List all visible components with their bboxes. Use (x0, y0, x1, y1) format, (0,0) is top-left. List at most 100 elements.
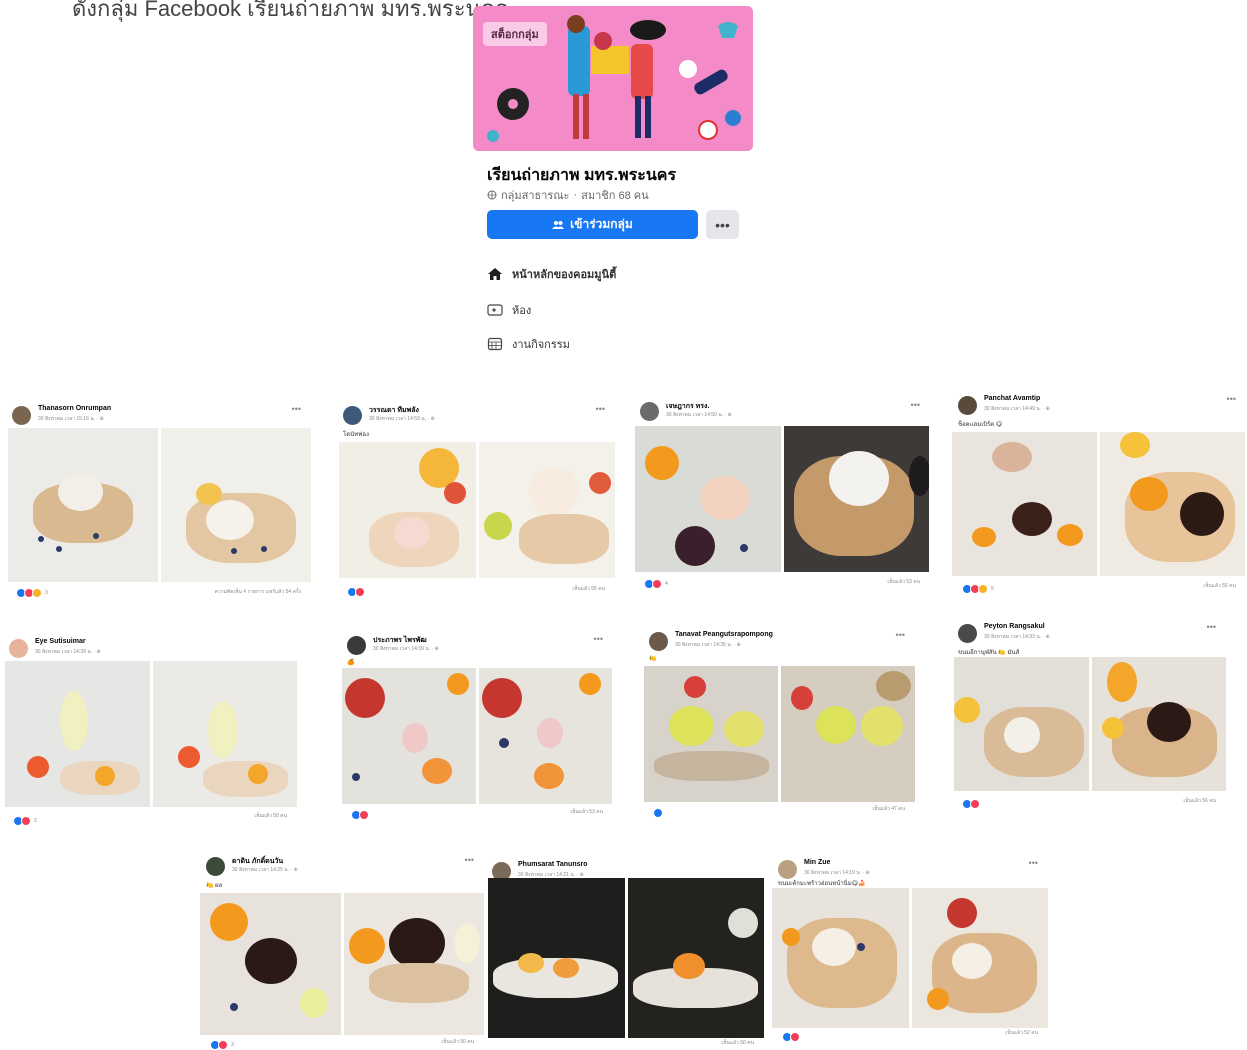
post-photo[interactable] (635, 426, 781, 572)
post-stats[interactable]: เห็นแล้ว 56 คน (1183, 797, 1216, 805)
post-photo[interactable] (339, 442, 476, 578)
post-more-icon[interactable]: ••• (1207, 622, 1216, 632)
post-caption: ช็อคแลมเบิร์ต 😋 (958, 422, 1003, 428)
post-photo[interactable] (342, 668, 476, 804)
reaction-summary[interactable] (347, 587, 365, 597)
post-photo[interactable] (8, 428, 158, 582)
post-date[interactable]: 30 สิงหาคม เวลา 14:59 น. · ⊕ (369, 415, 435, 423)
post-photo[interactable] (478, 668, 612, 804)
post-more-icon[interactable]: ••• (911, 400, 920, 410)
post-photo[interactable] (644, 666, 778, 802)
post-card[interactable]: Eye Sutisuimar 30 สิงหาคม เวลา 14:39 น. … (3, 635, 297, 827)
avatar[interactable] (778, 860, 797, 879)
post-stats[interactable]: เห็นแล้ว 47 คน (872, 805, 905, 813)
post-more-icon[interactable]: ••• (1227, 394, 1236, 404)
nav-events[interactable]: งานกิจกรรม (487, 335, 570, 353)
post-date[interactable]: 30 สิงหาคม เวลา 14:39 น. · ⊕ (373, 645, 439, 653)
reaction-count: 3 (231, 1042, 234, 1048)
post-stats[interactable]: เห็นแล้ว 50 คน (441, 1038, 474, 1046)
reaction-summary[interactable]: 3 (16, 588, 48, 598)
post-photo[interactable] (952, 432, 1097, 576)
avatar[interactable] (347, 636, 366, 655)
post-photo[interactable] (954, 657, 1089, 791)
post-photo[interactable] (152, 661, 297, 807)
post-more-icon[interactable]: ••• (896, 630, 905, 640)
reaction-summary[interactable]: 4 (644, 579, 668, 589)
post-card[interactable]: Peyton Rangsakul 30 สิงหาคม เวลา 14:33 น… (952, 620, 1226, 812)
post-author[interactable]: Thanasorn Onrumpan (38, 405, 111, 412)
post-author[interactable]: Eye Sutisuimar (35, 638, 86, 645)
post-more-icon[interactable]: ••• (465, 855, 474, 865)
post-author[interactable]: Phumsarat Tanunsro (518, 861, 588, 868)
post-photo[interactable] (343, 893, 484, 1035)
post-more-icon[interactable]: ••• (1029, 858, 1038, 868)
reaction-summary[interactable]: 2 (13, 816, 37, 826)
post-photo[interactable] (783, 426, 929, 572)
post-author[interactable]: Tanavat Peangutsrapompong (675, 631, 773, 638)
avatar[interactable] (958, 624, 977, 643)
post-stats[interactable]: เห็นแล้ว 50 คน (254, 812, 287, 820)
post-date[interactable]: 30 สิงหาคม เวลา 14:19 น. · ⊕ (804, 869, 870, 877)
post-date[interactable]: 30 สิงหาคม เวลา 14:50 น. · ⊕ (666, 411, 732, 419)
more-options-button[interactable]: ••• (706, 210, 739, 239)
avatar[interactable] (958, 396, 977, 415)
post-card[interactable]: Tanavat Peangutsrapompong 30 สิงหาคม เวล… (643, 628, 915, 818)
post-more-icon[interactable]: ••• (596, 404, 605, 414)
post-date[interactable]: 30 สิงหาคม เวลา 14:49 น. · ⊕ (984, 405, 1050, 413)
reaction-summary[interactable] (351, 810, 369, 820)
post-photo[interactable] (488, 878, 625, 1038)
post-photo[interactable] (772, 888, 909, 1028)
post-stats[interactable]: เห็นแล้ว 50 คน (721, 1039, 754, 1047)
join-group-button[interactable]: เข้าร่วมกลุ่ม (487, 210, 698, 239)
post-stats[interactable]: เห็นแล้ว 55 คน (572, 585, 605, 593)
nav-community-home[interactable]: หน้าหลักของคอมมูนิตี้ (487, 265, 616, 283)
post-stats[interactable]: เห็นแล้ว 53 คน (887, 578, 920, 586)
post-date[interactable]: 30 สิงหาคม เวลา 14:35 น. · ⊕ (675, 641, 741, 649)
post-photo[interactable] (200, 893, 341, 1035)
post-photo[interactable] (781, 666, 915, 802)
reaction-summary[interactable]: 5 (962, 584, 994, 594)
post-photo[interactable] (478, 442, 615, 578)
avatar[interactable] (206, 857, 225, 876)
post-more-icon[interactable]: ••• (292, 404, 301, 414)
post-date[interactable]: 30 สิงหาคม เวลา 14:25 น. · ⊕ (232, 866, 298, 874)
avatar[interactable] (9, 639, 28, 658)
post-photo[interactable] (911, 888, 1048, 1028)
post-card[interactable]: ประภาพร ไพรพัฒ 30 สิงหาคม เวลา 14:39 น. … (341, 632, 613, 820)
post-card[interactable]: เจษฎากร ทรง. 30 สิงหาคม เวลา 14:50 น. · … (634, 398, 930, 590)
post-card[interactable]: Min Zue 30 สิงหาคม เวลา 14:19 น. · ⊕ •••… (772, 856, 1048, 1042)
avatar[interactable] (640, 402, 659, 421)
post-author[interactable]: Min Zue (804, 859, 830, 866)
post-stats[interactable]: ความคิดเห็น 4 รายการ แชร์แล้ว 54 ครั้ง (215, 588, 301, 596)
post-more-icon[interactable]: ••• (594, 634, 603, 644)
post-date[interactable]: 30 สิงหาคม เวลา 14:33 น. · ⊕ (984, 633, 1050, 641)
post-card[interactable]: ดาดิน ภักดิ์ดนวัน 30 สิงหาคม เวลา 14:25 … (200, 853, 484, 1050)
avatar[interactable] (343, 406, 362, 425)
nav-rooms[interactable]: ห้อง (487, 301, 531, 319)
avatar[interactable] (12, 406, 31, 425)
post-author[interactable]: Peyton Rangsakul (984, 623, 1045, 630)
post-photo[interactable] (1091, 657, 1226, 791)
post-card[interactable]: Thanasorn Onrumpan 30 สิงหาคม เวลา 15:16… (6, 402, 311, 598)
group-members[interactable]: สมาชิก 68 คน (581, 186, 649, 204)
reaction-summary[interactable] (962, 799, 980, 809)
reaction-summary[interactable] (782, 1032, 800, 1042)
post-photo[interactable] (161, 428, 311, 582)
post-card[interactable]: Panchat Avamtip 30 สิงหาคม เวลา 14:49 น.… (952, 392, 1246, 594)
post-card[interactable]: วรรณดา ทีมพลัง 30 สิงหาคม เวลา 14:59 น. … (337, 402, 615, 598)
post-photo[interactable] (5, 661, 150, 807)
post-date[interactable]: 30 สิงหาคม เวลา 14:39 น. · ⊕ (35, 648, 101, 656)
post-photo[interactable] (627, 878, 764, 1038)
post-date[interactable]: 30 สิงหาคม เวลา 15:16 น. · ⊕ (38, 415, 104, 423)
reaction-summary[interactable]: 3 (210, 1040, 234, 1050)
reaction-summary[interactable] (653, 808, 663, 818)
avatar[interactable] (649, 632, 668, 651)
post-stats[interactable]: เห็นแล้ว 55 คน (1203, 582, 1236, 590)
post-author[interactable]: Panchat Avamtip (984, 395, 1040, 402)
post-card[interactable]: Phumsarat Tanunsro 30 สิงหาคม เวลา 14:21… (486, 858, 764, 1048)
post-stats[interactable]: เห็นแล้ว 52 คน (1005, 1029, 1038, 1037)
post-stats[interactable]: เห็นแล้ว 53 คน (570, 808, 603, 816)
group-title[interactable]: เรียนถ่ายภาพ มทร.พระนคร (487, 163, 676, 188)
post-photo[interactable] (1100, 432, 1245, 576)
calendar-icon (487, 337, 503, 351)
